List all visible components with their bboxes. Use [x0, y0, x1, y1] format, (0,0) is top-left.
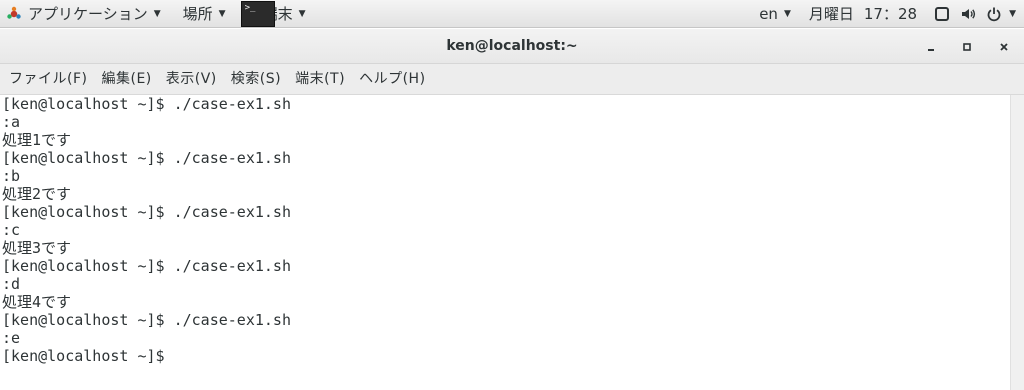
terminal-line: :e [2, 329, 21, 347]
volume-icon [962, 8, 976, 19]
system-menu[interactable]: ▼ [923, 0, 1024, 28]
terminal-prompt-line: [ken@localhost ~]$ [2, 347, 165, 365]
maximize-button[interactable] [958, 38, 976, 56]
time-label: 17：28 [863, 5, 918, 23]
window-title: ken@localhost:~ [446, 38, 578, 54]
close-icon [1000, 43, 1008, 51]
terminal-line: :d [2, 275, 21, 293]
menu-terminal[interactable]: 端末(T) [288, 64, 352, 95]
chevron-down-icon: ▼ [1009, 8, 1016, 19]
maximize-icon [963, 43, 971, 51]
chevron-down-icon: ▼ [783, 8, 791, 19]
close-button[interactable] [995, 38, 1013, 56]
terminal-line: [ken@localhost ~]$ ./case-ex1.sh [2, 311, 291, 329]
terminal-line: 処理2です [2, 185, 72, 203]
chevron-down-icon: ▼ [298, 8, 306, 19]
menu-file[interactable]: ファイル(F) [2, 64, 94, 95]
menu-help[interactable]: ヘルプ(H) [352, 64, 432, 95]
active-app-menu[interactable]: >_ 端末 ▼ [238, 0, 314, 28]
top-bar: アプリケーション ▼ 場所 ▼ >_ 端末 ▼ en ▼ 月曜日 17：28 ▼ [0, 0, 1024, 28]
applications-label: アプリケーション [28, 5, 148, 23]
terminal-line: :c [2, 221, 21, 239]
terminal-line: 処理3です [2, 239, 72, 257]
input-method-label: en [759, 4, 778, 23]
terminal-line: :b [2, 167, 21, 185]
applications-icon [7, 6, 21, 19]
menu-edit[interactable]: 編集(E) [94, 64, 158, 95]
terminal-app-icon: >_ [240, 0, 275, 27]
clock[interactable]: 月曜日 17：28 [803, 0, 923, 28]
terminal-line: [ken@localhost ~]$ ./case-ex1.sh [2, 203, 291, 221]
minimize-icon [928, 49, 934, 51]
terminal-line: [ken@localhost ~]$ ./case-ex1.sh [2, 149, 291, 167]
terminal-scrollbar[interactable] [1010, 95, 1024, 390]
date-label: 月曜日 [808, 5, 854, 23]
terminal-line: :a [2, 113, 21, 131]
input-method-menu[interactable]: en ▼ [753, 0, 797, 28]
applications-menu[interactable]: アプリケーション ▼ [0, 0, 167, 28]
terminal-line: [ken@localhost ~]$ ./case-ex1.sh [2, 95, 291, 113]
menu-view[interactable]: 表示(V) [159, 64, 224, 95]
terminal-line: 処理1です [2, 131, 72, 149]
menu-bar: ファイル(F) 編集(E) 表示(V) 検索(S) 端末(T) ヘルプ(H) [0, 64, 1024, 95]
places-menu[interactable]: 場所 ▼ [177, 0, 232, 28]
menu-search[interactable]: 検索(S) [224, 64, 288, 95]
terminal-line: 処理4です [2, 293, 72, 311]
terminal-output[interactable]: [ken@localhost ~]$ ./case-ex1.sh :a 処理1で… [0, 95, 1010, 390]
chevron-down-icon: ▼ [153, 8, 161, 19]
places-label: 場所 [182, 5, 213, 23]
power-icon [987, 7, 1001, 21]
window-titlebar[interactable]: ken@localhost:~ [0, 29, 1024, 64]
minimize-button[interactable] [922, 38, 940, 56]
screen-icon [935, 6, 950, 21]
terminal-line: [ken@localhost ~]$ ./case-ex1.sh [2, 257, 291, 275]
chevron-down-icon: ▼ [218, 8, 226, 19]
